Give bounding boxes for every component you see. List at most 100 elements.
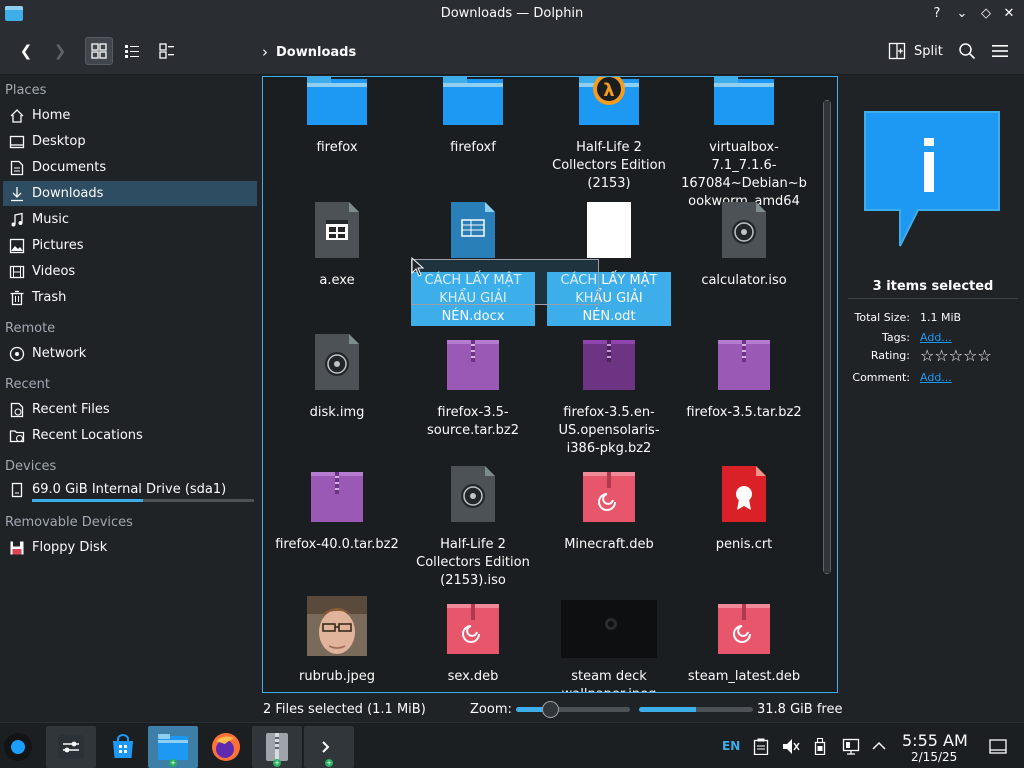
file-item[interactable]: firefoxf	[405, 77, 541, 157]
task-konsole[interactable]: +	[304, 726, 354, 768]
vertical-scrollbar[interactable]	[823, 100, 831, 574]
sidebar-item-pictures[interactable]: Pictures	[3, 233, 257, 258]
zoom-slider[interactable]	[516, 701, 630, 718]
file-view[interactable]: firefox firefoxf λ Half-Life 2 Collectors E…	[262, 76, 838, 693]
firefox-icon	[212, 733, 240, 761]
network-wired-icon[interactable]	[842, 738, 860, 755]
sidebar-item-label: Network	[32, 346, 87, 361]
sidebar-item-home[interactable]: Home	[3, 103, 257, 128]
file-item[interactable]: a.exe	[269, 198, 405, 290]
taskbar: + + + EN 5:55 AM 2/15/25	[0, 722, 1024, 768]
file-iso-icon	[305, 330, 369, 394]
launcher-icon	[11, 740, 25, 754]
sidebar-item-recent-files[interactable]: Recent Files	[3, 397, 257, 422]
file-docx-icon	[441, 198, 505, 262]
svg-text:λ: λ	[603, 80, 614, 101]
file-item[interactable]: firefox	[269, 77, 405, 157]
task-ark[interactable]: +	[252, 726, 302, 768]
file-item[interactable]: disk.img	[269, 330, 405, 422]
file-item[interactable]: rubrub.jpeg	[269, 594, 405, 686]
sidebar-item-downloads[interactable]: Downloads	[3, 181, 257, 206]
search-button[interactable]	[953, 37, 981, 65]
hamburger-menu-icon	[992, 45, 1008, 57]
split-button[interactable]: Split	[888, 37, 943, 65]
file-item[interactable]: firefox-40.0.tar.bz2	[269, 462, 405, 554]
file-item[interactable]: firefox-3.5-source.tar.bz2	[405, 330, 541, 440]
sidebar-item-music[interactable]: Music	[3, 207, 257, 232]
places-panel: Places Home Desktop Documents Downloads …	[0, 76, 258, 698]
device-notifier-icon[interactable]	[814, 738, 826, 755]
file-name: firefox-3.5-source.tar.bz2	[427, 405, 519, 438]
sidebar-item-videos[interactable]: Videos	[3, 259, 257, 284]
compact-view-button[interactable]	[118, 37, 146, 65]
back-button[interactable]: ❮	[12, 37, 40, 65]
sidebar-item-label: Music	[32, 212, 69, 227]
trash-icon	[8, 289, 26, 307]
file-name: Half-Life 2 Collectors Edition (2153)	[552, 140, 666, 191]
file-name: Half-Life 2 Collectors Edition (2153).is…	[416, 537, 530, 588]
close-button[interactable]: ✕	[1000, 5, 1018, 23]
zoom-slider-handle[interactable]	[542, 701, 560, 718]
file-item[interactable]: penis.crt	[676, 462, 812, 554]
forward-button[interactable]: ❯	[46, 37, 74, 65]
sidebar-item-label: Recent Files	[32, 402, 110, 417]
scrollbar-handle[interactable]	[824, 101, 830, 573]
rating-stars[interactable]: ☆☆☆☆☆	[920, 346, 992, 365]
sidebar-item-label: Trash	[32, 290, 67, 305]
minimize-button[interactable]: ⌄	[953, 5, 971, 23]
clock-date[interactable]: 2/15/25	[911, 750, 957, 764]
tags-add-link[interactable]: Add...	[920, 331, 952, 344]
clock-time[interactable]: 5:55 AM	[902, 731, 968, 750]
file-folder-icon	[441, 77, 505, 129]
file-folder-icon	[305, 77, 369, 129]
task-firefox[interactable]	[201, 726, 251, 768]
breadcrumb-downloads[interactable]: Downloads	[276, 45, 356, 60]
icons-view-button[interactable]	[85, 37, 113, 65]
keyboard-layout-indicator[interactable]: EN	[722, 739, 740, 753]
toolbar: ❮ ❯ › Downloads Split	[0, 29, 1024, 75]
home-icon	[8, 107, 26, 125]
file-iso-icon	[712, 198, 776, 262]
sidebar-item-trash[interactable]: Trash	[3, 285, 257, 310]
breadcrumb[interactable]: › Downloads	[262, 43, 356, 61]
application-launcher[interactable]	[4, 733, 32, 761]
settings-sliders-icon	[58, 735, 84, 759]
file-item[interactable]: calculator.iso	[676, 198, 812, 290]
file-item[interactable]: sex.deb	[405, 594, 541, 686]
show-desktop-icon[interactable]	[989, 739, 1007, 754]
file-item[interactable]: virtualbox-7.1_7.1.6-167084~Debian~bookw…	[676, 77, 812, 211]
terminal-icon	[315, 734, 343, 760]
file-archive-icon	[441, 330, 505, 394]
file-name: penis.crt	[715, 537, 773, 552]
system-tray-expand-icon[interactable]	[872, 741, 886, 751]
file-exe-icon	[305, 198, 369, 262]
icons-view-icon	[91, 43, 107, 59]
file-item[interactable]: steam_latest.deb	[676, 594, 812, 686]
sidebar-item-network[interactable]: Network	[3, 341, 257, 366]
task-dolphin[interactable]: +	[148, 726, 198, 768]
sidebar-item-recent-locations[interactable]: Recent Locations	[3, 423, 257, 448]
file-item[interactable]: firefox-3.5.tar.bz2	[676, 330, 812, 422]
file-iso-icon	[441, 462, 505, 526]
menu-button[interactable]	[986, 37, 1014, 65]
forward-icon: ❯	[53, 42, 67, 60]
help-button[interactable]: ?	[928, 5, 946, 23]
maximize-button[interactable]: ◇	[977, 5, 995, 23]
file-item[interactable]: Half-Life 2 Collectors Edition (2153).is…	[405, 462, 541, 590]
downloads-icon	[8, 185, 26, 203]
sidebar-item-floppy-disk[interactable]: Floppy Disk	[3, 535, 257, 560]
window-title: Downloads — Dolphin	[440, 6, 584, 21]
file-item[interactable]: firefox-3.5.en-US.opensolaris-i386-pkg.b…	[541, 330, 677, 458]
sidebar-item-documents[interactable]: Documents	[3, 155, 257, 180]
file-item[interactable]: steam deck wallpaper.jpeg	[541, 594, 677, 692]
volume-muted-icon[interactable]	[782, 738, 800, 755]
clipboard-icon[interactable]	[753, 738, 769, 755]
file-item[interactable]: λ Half-Life 2 Collectors Edition (2153)	[541, 77, 677, 193]
comment-add-link[interactable]: Add...	[920, 371, 952, 384]
file-item[interactable]: Minecraft.deb	[541, 462, 677, 554]
details-view-button[interactable]	[153, 37, 181, 65]
file-crt-icon	[712, 462, 776, 526]
sidebar-item-desktop[interactable]: Desktop	[3, 129, 257, 154]
task-system-settings[interactable]	[46, 726, 96, 768]
task-discover[interactable]	[98, 726, 148, 768]
